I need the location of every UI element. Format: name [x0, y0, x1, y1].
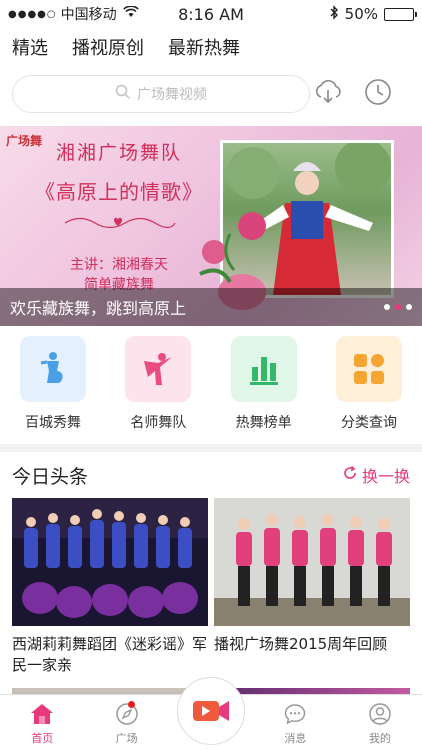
section-divider	[0, 444, 422, 452]
refresh-button[interactable]: 换一换	[342, 463, 410, 487]
bar-chart-icon	[230, 336, 297, 402]
dancer-icon	[125, 336, 192, 402]
quick-link-label: 热舞榜单	[235, 415, 292, 431]
headlines-header: 今日头条 换一换	[0, 452, 422, 498]
tab-home-label: 首页	[31, 732, 54, 745]
headlines-title: 今日头条	[12, 465, 89, 488]
tab-latest-dance[interactable]: 最新热舞	[168, 34, 240, 66]
tab-original[interactable]: 播视原创	[72, 34, 144, 66]
quick-link-4[interactable]: 分类查询	[334, 336, 404, 438]
tab-home[interactable]: 首页	[0, 695, 84, 750]
compass-icon	[115, 700, 139, 728]
carrier-name: 中国移动	[60, 7, 117, 23]
quick-link-1[interactable]: 百城秀舞	[18, 336, 88, 438]
category-grid-icon	[335, 336, 402, 402]
search-icon	[115, 84, 131, 104]
tab-square[interactable]: 广场	[84, 695, 168, 750]
banner-title-line2: 《高原上的情歌》	[35, 180, 203, 204]
battery-icon	[384, 7, 417, 21]
tab-show-dance[interactable]: 秀舞	[169, 677, 253, 750]
promo-banner[interactable]: 广场舞 湘湘广场舞队 《高原上的情歌》 主讲：湘湘春天 简单藏族舞 欢乐藏族舞，…	[0, 126, 422, 326]
top-tabs: 精选 播视原创 最新热舞	[0, 28, 422, 66]
dancer-b-icon	[20, 336, 86, 402]
app-screen: ●●●●○ 中国移动 8:16 AM 50% 精选 播视原创 最新热舞 广场舞视…	[0, 0, 422, 750]
search-placeholder: 广场舞视频	[137, 87, 207, 103]
refresh-icon	[342, 465, 358, 485]
cloud-download-icon	[313, 79, 343, 109]
tab-messages[interactable]: 消息	[253, 695, 337, 750]
tab-messages-label: 消息	[284, 732, 307, 745]
pager-dot[interactable]	[406, 304, 412, 310]
tab-square-label: 广场	[115, 732, 138, 745]
headline-card[interactable]: 播视广场舞2015周年回顾	[214, 498, 410, 676]
bottom-tab-bar: 首页 广场 秀舞 消息 我的	[0, 677, 422, 750]
bluetooth-icon	[329, 4, 339, 24]
quick-link-2[interactable]: 名师舞队	[123, 336, 193, 438]
headline-cards: 西湖莉莉舞蹈团《迷彩谣》军民一家亲 播视广场舞2015周年回顾	[0, 498, 422, 676]
history-button[interactable]	[360, 76, 396, 112]
video-camera-icon	[183, 683, 240, 739]
search-input[interactable]: 广场舞视频	[12, 75, 310, 113]
banner-title-line1: 湘湘广场舞队	[55, 142, 182, 164]
headline-card[interactable]: 西湖莉莉舞蹈团《迷彩谣》军民一家亲	[12, 498, 208, 676]
tab-featured[interactable]: 精选	[12, 34, 48, 66]
headline-caption: 播视广场舞2015周年回顾	[214, 635, 388, 653]
headline-thumbnail	[12, 498, 208, 626]
quick-link-label: 名师舞队	[130, 415, 187, 431]
status-bar: ●●●●○ 中国移动 8:16 AM 50%	[0, 0, 422, 28]
banner-subtitle-line1: 主讲：湘湘春天	[70, 257, 168, 273]
clock-icon	[364, 78, 392, 110]
quick-links: 百城秀舞 名师舞队 热舞榜单 分类查询	[0, 326, 422, 438]
heart-decoration-icon	[64, 217, 176, 229]
banner-caption: 欢乐藏族舞，跳到高原上	[10, 299, 187, 318]
cloud-download-button[interactable]	[310, 76, 346, 112]
tab-profile[interactable]: 我的	[338, 695, 422, 750]
message-icon	[283, 700, 307, 728]
headline-caption: 西湖莉莉舞蹈团《迷彩谣》军民一家亲	[12, 635, 208, 674]
quick-link-3[interactable]: 热舞榜单	[229, 336, 299, 438]
status-right: 50%	[329, 4, 417, 24]
tab-profile-label: 我的	[368, 732, 391, 745]
headline-thumbnail	[214, 498, 410, 626]
quick-link-label: 分类查询	[340, 415, 397, 431]
banner-pager[interactable]	[384, 304, 412, 310]
wifi-icon	[122, 5, 139, 22]
pager-dot[interactable]	[384, 304, 390, 310]
user-icon	[368, 700, 392, 728]
refresh-label: 换一换	[361, 467, 410, 486]
quick-link-label: 百城秀舞	[25, 415, 81, 431]
record-bubble[interactable]	[177, 677, 246, 745]
banner-caption-bar: 欢乐藏族舞，跳到高原上	[0, 288, 422, 326]
signal-strength-icon: ●●●●○	[8, 8, 57, 20]
home-icon	[29, 700, 55, 728]
search-row: 广场舞视频	[0, 70, 422, 118]
notification-dot	[127, 701, 135, 708]
battery-percent: 50%	[344, 5, 378, 23]
pager-dot[interactable]	[395, 304, 401, 310]
